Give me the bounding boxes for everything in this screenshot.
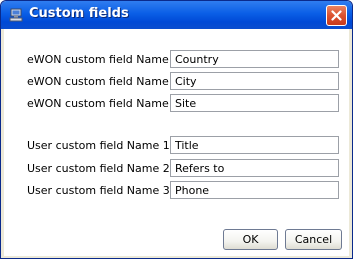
ewon-field-3-input[interactable]: [170, 94, 339, 112]
ewon-field-2-input[interactable]: [170, 72, 339, 90]
user-field-2-input[interactable]: [170, 159, 339, 177]
ewon-field-1-input[interactable]: [170, 50, 339, 68]
user-field-3-label: User custom field Name 3:: [27, 184, 174, 197]
custom-fields-dialog: Custom fields eWON custom field Name 1: …: [0, 0, 353, 259]
ewon-field-2-label: eWON custom field Name 2:: [27, 75, 183, 88]
ok-button[interactable]: OK: [223, 229, 278, 250]
close-button[interactable]: [326, 5, 347, 26]
network-computer-icon: [8, 7, 24, 23]
user-field-3-input[interactable]: [170, 181, 339, 199]
user-field-1-label: User custom field Name 1:: [27, 139, 174, 152]
ewon-field-1-label: eWON custom field Name 1:: [27, 53, 183, 66]
cancel-button[interactable]: Cancel: [285, 229, 342, 250]
dialog-title: Custom fields: [29, 6, 129, 21]
close-icon: [331, 10, 342, 21]
user-field-1-input[interactable]: [170, 136, 339, 154]
ewon-field-3-label: eWON custom field Name 3:: [27, 97, 183, 110]
dialog-content: eWON custom field Name 1: eWON custom fi…: [4, 29, 349, 256]
user-field-2-label: User custom field Name 2:: [27, 162, 174, 175]
title-bar[interactable]: Custom fields: [1, 1, 352, 29]
